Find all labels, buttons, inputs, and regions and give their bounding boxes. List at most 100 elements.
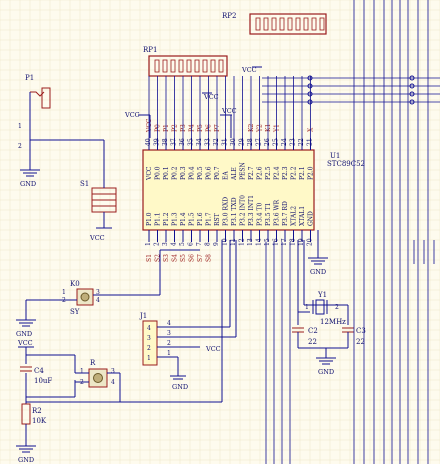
u1-pin-number: 18 [290, 238, 297, 246]
gnd-p1-label: GND [20, 180, 36, 188]
c4-value: 10uF [34, 377, 52, 385]
reset-button[interactable]: R 1 2 3 4 [26, 240, 223, 403]
svg-text:4: 4 [111, 379, 115, 386]
u1-pin-number: 13 [247, 238, 254, 246]
u1-pin-number: 22 [298, 138, 305, 146]
schematic-canvas: RP2 VCC RP1 VCC 40VCCVCC39P0.0P038P0.1P1… [0, 0, 440, 464]
u1-pin-name: P1.3 [172, 212, 179, 226]
p1-label: P1 [25, 74, 34, 82]
u1-net-label: S3 [163, 254, 170, 262]
c2-label: C2 [308, 327, 318, 335]
u1-pin-name: P0.0 [155, 166, 162, 180]
k0-label: K0 [70, 280, 80, 288]
right-buses [262, 0, 440, 464]
u1-ref-label: U1 [330, 152, 340, 160]
vcc-s1-label: VCC [89, 234, 105, 242]
svg-text:1: 1 [80, 368, 84, 375]
u1-pin-name: P2.2 [291, 166, 298, 180]
svg-text:1: 1 [305, 304, 309, 311]
gnd-u1-label: GND [310, 268, 326, 276]
u1-pin-name: XTAL1 [299, 206, 306, 226]
u1-pin-number: 37 [171, 138, 178, 146]
u1-pin-number: 24 [281, 138, 288, 146]
svg-text:2: 2 [167, 340, 171, 347]
u1-pin-name: PESN [240, 162, 247, 180]
u1-pin-number: 34 [196, 138, 203, 146]
u1-net-label: P3 [180, 124, 187, 132]
crystal-circuit: Y1 12MHz 1 2 C2 22 C3 22 GND [292, 240, 366, 376]
gnd-j1-label: GND [172, 383, 188, 391]
u1-net-label: P7 [214, 124, 221, 132]
u1-pin-name: P1.6 [197, 212, 204, 226]
svg-text:3: 3 [147, 335, 151, 342]
u1-pin-number: 8 [205, 242, 212, 246]
c2-value: 22 [308, 338, 317, 346]
gnd-r2-label: GND [18, 456, 34, 464]
u1-pin-number: 4 [171, 242, 178, 246]
svg-text:1: 1 [167, 350, 171, 357]
u1-net-label: P4 [189, 124, 196, 132]
u1-net-label: P0 [155, 124, 162, 132]
r-label: R [90, 359, 96, 367]
svg-text:3: 3 [111, 368, 115, 375]
svg-text:2: 2 [147, 345, 151, 352]
u1-pin-number: 28 [247, 138, 254, 146]
c4-label: C4 [34, 367, 44, 375]
k0-button[interactable]: K0 SY 1 2 3 4 [62, 280, 100, 316]
u1-pin-name: P3.1 TXD [231, 197, 238, 226]
u1-pin-number: 21 [307, 138, 314, 146]
vcc-c4-label: VCC [17, 339, 33, 347]
u1-net-label: P6 [206, 124, 213, 132]
u1-net-label: S7 [197, 254, 204, 262]
u1-pin-number: 36 [179, 138, 186, 146]
u1-net-label: S6 [189, 254, 196, 262]
u1-pin-name: P3.2 INT0 [240, 195, 247, 226]
u1-pin-name: P3.5 T1 [265, 203, 272, 226]
u1-pin-number: 16 [273, 238, 280, 246]
u1-part-label: STC89C52 [327, 160, 365, 168]
u1-net-label: P5 [197, 124, 204, 132]
u1-pin-number: 38 [162, 138, 169, 146]
u1-pin-number: 40 [145, 138, 152, 146]
u1-pin-number: 25 [273, 138, 280, 146]
u1-pin-name: VCC [146, 166, 153, 181]
u1-pin-name: P2.6 [257, 166, 264, 180]
svg-text:3: 3 [167, 330, 171, 337]
u1-pin-number: 1 [145, 242, 152, 246]
svg-text:2: 2 [335, 304, 339, 311]
svg-text:4: 4 [96, 297, 100, 304]
u1-net-label: Y2 [257, 124, 264, 133]
u1-pin-name: P0.4 [189, 166, 196, 180]
u1-pin-name: P3.7 RD [282, 201, 289, 226]
gnd-xtal-label: GND [318, 368, 334, 376]
rp1-label: RP1 [143, 46, 157, 54]
u1-pin-number: 27 [256, 138, 263, 146]
u1-pin-number: 5 [179, 242, 186, 246]
u1-pin-number: 10 [222, 238, 229, 246]
gnd-k0-label: GND [16, 330, 32, 338]
rp2-resistor-pack: RP2 VCC [222, 12, 327, 74]
u1-pin-name: P2.0 [308, 166, 315, 180]
u1-pin-name: P1.4 [180, 212, 187, 226]
vcc-j1-label: VCC [205, 345, 221, 353]
k0-value: SY [70, 308, 80, 316]
u1-pin-name: P3.4 T0 [257, 203, 264, 226]
u1-pin-number: 26 [264, 138, 271, 146]
u1-net-label: P2 [172, 124, 179, 132]
u1-net-label: X [308, 127, 315, 132]
u1-pin-name: P0.6 [206, 166, 213, 180]
u1-pin-name: P3.0 RXD [223, 197, 230, 226]
u1-net-label: Y1 [274, 124, 281, 133]
c3-value: 22 [356, 338, 365, 346]
s1-label: S1 [80, 180, 89, 188]
u1-pin-number: 15 [264, 238, 271, 246]
j1-label: J1 [139, 312, 147, 320]
u1-pin-name: P2.3 [282, 166, 289, 180]
u1-pin-name: ALE [231, 167, 238, 181]
svg-text:2: 2 [18, 143, 22, 150]
p1-connector: P1 GND 1 2 [18, 74, 51, 188]
u1-pin-number: 30 [230, 138, 237, 146]
u1-net-label: S4 [172, 254, 179, 262]
u1-pin-name: EA [223, 171, 230, 180]
u1-pin-number: 2 [154, 242, 161, 246]
